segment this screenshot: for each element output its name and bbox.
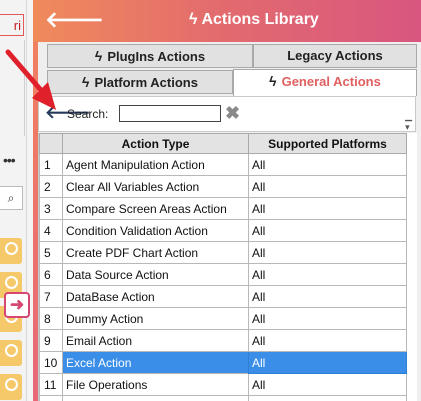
supported-platforms-cell[interactable]: All	[248, 351, 407, 374]
actions-table: Action Type Supported Platforms 1 Agent M…	[39, 133, 407, 401]
column-header-action-type[interactable]: Action Type	[62, 133, 249, 154]
general-bolt-icon: ϟ	[269, 73, 277, 89]
background-app-strip: ri ••• ⌕	[0, 0, 27, 401]
table-row[interactable]: 11 File Operations All	[39, 373, 407, 396]
tab-legacy-actions[interactable]: Legacy Actions	[253, 44, 417, 68]
table-row[interactable]: 6 Data Source Action All	[39, 263, 407, 286]
x-clear-icon[interactable]: ✖	[225, 103, 240, 124]
row-number[interactable]: 2	[39, 175, 63, 198]
row-number[interactable]: 3	[39, 197, 63, 220]
plugin-bolt-icon: ϟ	[94, 48, 103, 64]
column-header-supported-platforms[interactable]: Supported Platforms	[248, 133, 407, 154]
background-divider	[0, 40, 25, 136]
row-number[interactable]: 9	[39, 329, 63, 352]
tab-platform-actions[interactable]: ϟ Platform Actions	[47, 70, 233, 94]
actions-grid: Action Type Supported Platforms 1 Agent M…	[38, 133, 417, 401]
row-number[interactable]: 6	[39, 263, 63, 286]
table-row[interactable]: 5 Create PDF Chart Action All	[39, 241, 407, 264]
action-type-cell[interactable]: Compare Screen Areas Action	[62, 197, 249, 220]
background-tile[interactable]	[0, 238, 22, 264]
table-header-row: Action Type Supported Platforms	[39, 133, 407, 154]
action-type-cell[interactable]: Create PDF Chart Action	[62, 241, 249, 264]
background-tile[interactable]	[0, 340, 22, 366]
tab-label: General Actions	[281, 74, 381, 89]
action-type-cell[interactable]: Dummy Action	[62, 307, 249, 330]
action-type-cell[interactable]: Email Action	[62, 329, 249, 352]
row-number[interactable]: 7	[39, 285, 63, 308]
more-options-icon[interactable]: •••	[3, 152, 16, 168]
title-bar: 🡐 ϟ Actions Library	[33, 0, 421, 42]
supported-platforms-cell[interactable]: All	[248, 329, 407, 352]
table-row[interactable]: 9 Email Action All	[39, 329, 407, 352]
background-link-fragment[interactable]: ri	[0, 14, 24, 36]
supported-platforms-cell[interactable]: All	[248, 285, 407, 308]
tab-label: Legacy Actions	[287, 48, 383, 63]
row-number[interactable]: 8	[39, 307, 63, 330]
search-bar: 🡐 Search: ✖ ▁ ▾	[38, 96, 416, 132]
tab-plugins-actions[interactable]: ϟ PlugIns Actions	[47, 44, 253, 68]
row-number[interactable]: 1	[39, 153, 63, 176]
tab-label: Platform Actions	[94, 75, 198, 90]
table-row[interactable]: 10 Excel Action All	[39, 351, 407, 374]
row-number[interactable]: 4	[39, 219, 63, 242]
row-number[interactable]: 10	[39, 351, 63, 374]
search-input[interactable]	[119, 105, 221, 122]
background-search-icon[interactable]: ⌕	[0, 186, 23, 210]
table-row[interactable]: 8 Dummy Action All	[39, 307, 407, 330]
arrow-right-icon: ➜	[9, 295, 25, 314]
table-row[interactable]: 7 DataBase Action All	[39, 285, 407, 308]
action-type-cell[interactable]: Condition Validation Action	[62, 219, 249, 242]
tab-label: PlugIns Actions	[107, 49, 206, 64]
action-type-cell[interactable]: Excel Action	[62, 351, 249, 374]
table-row[interactable]: 3 Compare Screen Areas Action All	[39, 197, 407, 220]
action-type-cell[interactable]: DataBase Action	[62, 285, 249, 308]
expand-panel-button[interactable]: ➜	[4, 292, 30, 318]
panel-title-text: Actions Library	[201, 11, 319, 28]
grid-menu-icon[interactable]: ▁ ▾	[405, 111, 412, 133]
supported-platforms-cell[interactable]: All	[248, 219, 407, 242]
search-label: Search:	[67, 107, 109, 121]
tab-general-actions[interactable]: ϟ General Actions	[233, 69, 417, 96]
row-number[interactable]: 11	[39, 373, 63, 396]
panel-title: ϟ Actions Library	[189, 11, 319, 29]
row-number[interactable]: 5	[39, 241, 63, 264]
supported-platforms-cell[interactable]: All	[248, 175, 407, 198]
table-row[interactable]: 12File Processing ActionAll	[39, 395, 407, 401]
background-tile[interactable]	[0, 374, 22, 400]
supported-platforms-cell[interactable]: All	[248, 241, 407, 264]
action-type-cell[interactable]: Agent Manipulation Action	[62, 153, 249, 176]
action-type-cell[interactable]: Data Source Action	[62, 263, 249, 286]
supported-platforms-cell[interactable]: All	[248, 373, 407, 396]
row-number-header[interactable]	[39, 133, 63, 154]
table-row[interactable]: 2 Clear All Variables Action All	[39, 175, 407, 198]
table-row[interactable]: 4 Condition Validation Action All	[39, 219, 407, 242]
platform-bolt-icon: ϟ	[82, 74, 90, 90]
supported-platforms-cell[interactable]: All	[248, 153, 407, 176]
row-number[interactable]: 12	[39, 395, 63, 401]
actions-library-panel: 🡐 ϟ Actions Library ϟ PlugIns Actions Lega…	[33, 0, 421, 401]
arrow-left-icon[interactable]: 🡐	[45, 8, 104, 32]
action-type-cell[interactable]: Clear All Variables Action	[62, 175, 249, 198]
action-type-cell[interactable]: File Processing Action	[62, 395, 249, 401]
table-row[interactable]: 1 Agent Manipulation Action All	[39, 153, 407, 176]
action-type-cell[interactable]: File Operations	[62, 373, 249, 396]
supported-platforms-cell[interactable]: All	[248, 263, 407, 286]
supported-platforms-cell[interactable]: All	[248, 307, 407, 330]
supported-platforms-cell[interactable]: All	[248, 197, 407, 220]
supported-platforms-cell[interactable]: All	[248, 395, 407, 401]
lightning-bolt-icon: ϟ	[189, 11, 198, 28]
